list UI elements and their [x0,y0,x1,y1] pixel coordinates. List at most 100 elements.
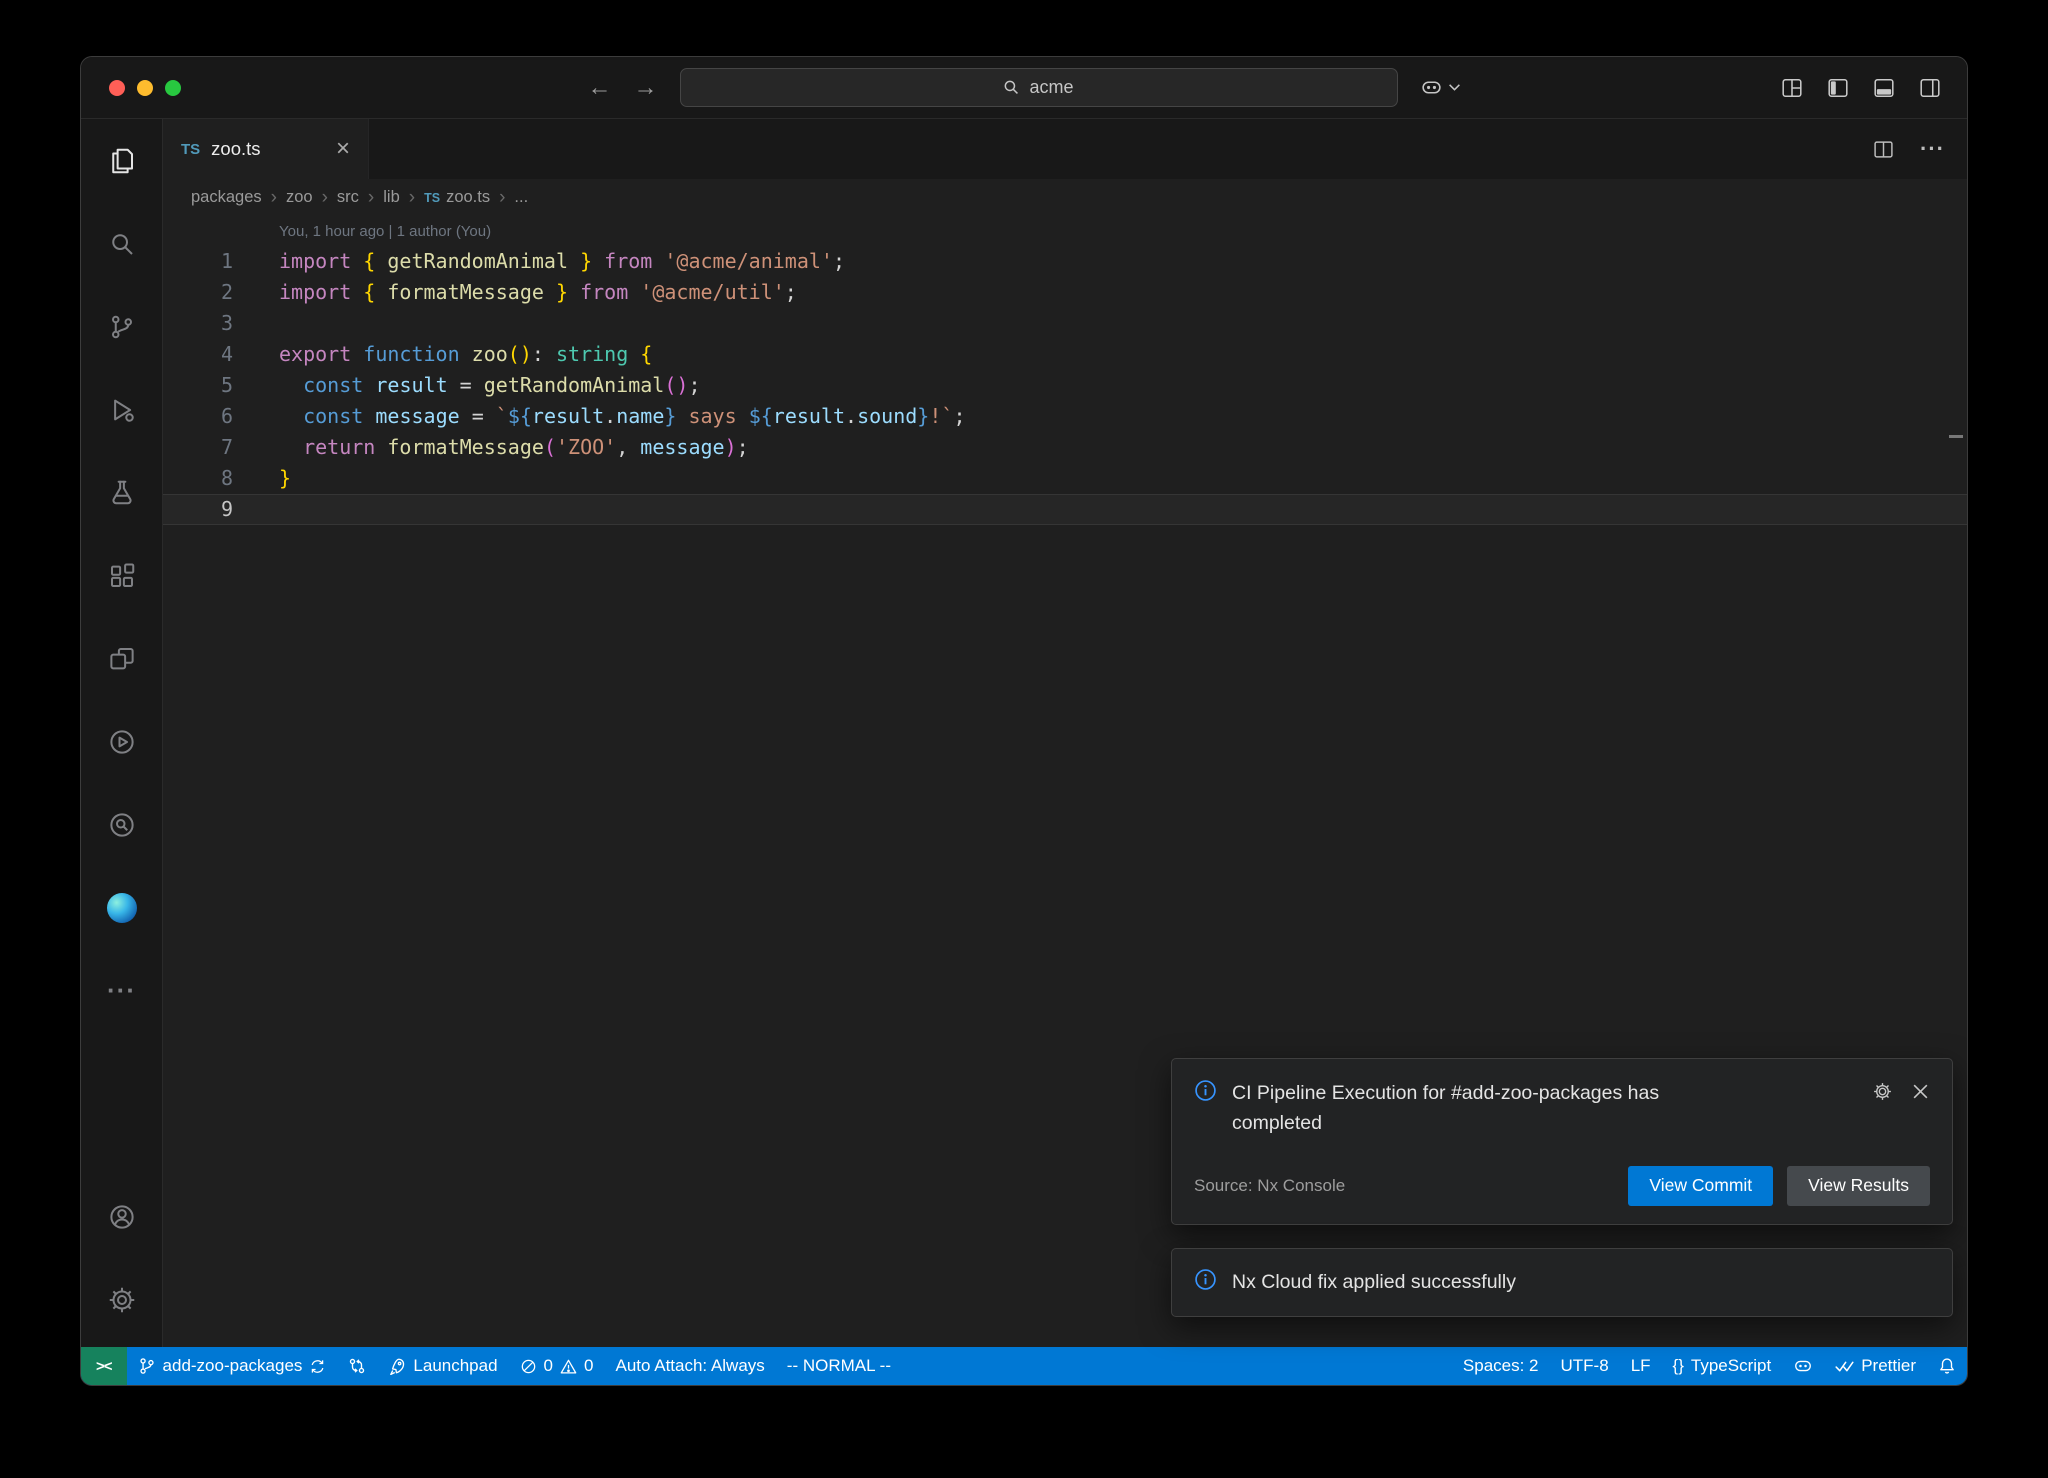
view-results-button[interactable]: View Results [1787,1166,1930,1206]
encoding-status[interactable]: UTF-8 [1550,1347,1620,1385]
notification-toast-ci-pipeline: CI Pipeline Execution for #add-zoo-packa… [1171,1058,1953,1225]
notification-message: CI Pipeline Execution for #add-zoo-packa… [1232,1079,1752,1138]
tab-close-icon[interactable]: × [336,137,350,161]
line-number: 8 [163,463,233,494]
toggle-panel-icon[interactable] [1873,77,1895,99]
double-check-icon [1835,1359,1854,1374]
copilot-icon [1793,1356,1813,1376]
remote-indicator[interactable]: >< [81,1347,127,1385]
code-line[interactable]: 8} [163,463,1967,494]
run-debug-icon[interactable] [81,368,162,451]
formatter-status[interactable]: Prettier [1824,1347,1927,1385]
accounts-icon[interactable] [81,1175,162,1258]
command-center-search[interactable]: acme [680,68,1398,107]
code-text: } [233,463,291,494]
code-line[interactable]: 3 [163,308,1967,339]
breadcrumb-separator: › [499,188,505,207]
testing-icon[interactable] [81,451,162,534]
copilot-status[interactable] [1782,1347,1824,1385]
breadcrumb-item-file[interactable]: TS zoo.ts [424,188,490,207]
more-views-icon[interactable]: ··· [81,949,162,1032]
toggle-secondary-sidebar-icon[interactable] [1919,77,1941,99]
language-mode-status[interactable]: {} TypeScript [1662,1347,1783,1385]
search-value: acme [1029,77,1073,98]
breadcrumb-item-zoo[interactable]: zoo [286,188,313,207]
notification-settings-gear-icon[interactable] [1872,1081,1893,1102]
breadcrumb-separator: › [322,188,328,207]
branch-name-label: add-zoo-packages [163,1356,303,1376]
problems-status[interactable]: 0 0 [509,1347,605,1385]
editor-actions-more-icon[interactable]: ··· [1920,136,1945,162]
git-branch-status[interactable]: add-zoo-packages [127,1347,338,1385]
line-number: 4 [163,339,233,370]
auto-attach-status[interactable]: Auto Attach: Always [604,1347,775,1385]
code-line[interactable]: 5 const result = getRandomAnimal(); [163,370,1967,401]
settings-gear-icon[interactable] [81,1258,162,1341]
code-text: const message = `${result.name} says ${r… [233,401,965,432]
vim-mode-label: -- NORMAL -- [787,1356,891,1376]
rocket-icon [388,1357,406,1375]
launchpad-label: Launchpad [413,1356,497,1376]
warnings-count: 0 [584,1356,593,1376]
line-number: 9 [163,494,233,525]
code-line[interactable]: 4export function zoo(): string { [163,339,1967,370]
eol-label: LF [1631,1356,1651,1376]
edge-browser-icon[interactable] [81,866,162,949]
view-commit-button[interactable]: View Commit [1628,1166,1773,1206]
copilot-icon [1420,76,1443,99]
breadcrumb-separator: › [271,188,277,207]
typescript-file-icon: TS [181,141,200,158]
notification-close-icon[interactable] [1911,1082,1930,1101]
breadcrumb-separator: › [368,188,374,207]
breadcrumb-item-tail[interactable]: ... [514,188,528,207]
split-editor-icon[interactable] [1873,139,1894,160]
eol-status[interactable]: LF [1620,1347,1662,1385]
inspect-circle-icon[interactable] [81,783,162,866]
title-bar: ← → acme [81,57,1967,119]
breadcrumb-item-lib[interactable]: lib [383,188,400,207]
copilot-menu-button[interactable] [1420,76,1461,99]
close-window-button[interactable] [109,80,125,96]
code-line[interactable]: 7 return formatMessage('ZOO', message); [163,432,1967,463]
code-line[interactable]: 6 const message = `${result.name} says $… [163,401,1967,432]
line-number: 7 [163,432,233,463]
code-line[interactable]: 1import { getRandomAnimal } from '@acme/… [163,246,1967,277]
code-text: export function zoo(): string { [233,339,652,370]
warnings-icon [560,1358,577,1375]
notification-center: CI Pipeline Execution for #add-zoo-packa… [1171,1058,1953,1317]
minimize-window-button[interactable] [137,80,153,96]
notifications-bell[interactable] [1927,1347,1967,1385]
layout-controls [1781,57,1941,118]
git-compare-status[interactable] [337,1347,377,1385]
overview-ruler-marker [1949,435,1963,438]
toggle-primary-sidebar-icon[interactable] [1827,77,1849,99]
code-text: import { formatMessage } from '@acme/uti… [233,277,797,308]
line-number: 5 [163,370,233,401]
navigate-forward-icon[interactable]: → [634,76,658,100]
sync-icon [309,1358,326,1375]
zoom-window-button[interactable] [165,80,181,96]
code-text: import { getRandomAnimal } from '@acme/a… [233,246,845,277]
remote-explorer-icon[interactable] [81,617,162,700]
code-line[interactable]: 9 [163,494,1967,525]
play-circle-icon[interactable] [81,700,162,783]
code-line[interactable]: 2import { formatMessage } from '@acme/ut… [163,277,1967,308]
extensions-icon[interactable] [81,534,162,617]
breadcrumb-separator: › [409,188,415,207]
launchpad-status[interactable]: Launchpad [377,1347,508,1385]
line-number: 1 [163,246,233,277]
navigate-back-icon[interactable]: ← [588,76,612,100]
tab-zoo-ts[interactable]: TS zoo.ts × [163,119,369,179]
explorer-icon[interactable] [81,119,162,202]
formatter-label: Prettier [1861,1356,1916,1376]
source-control-icon[interactable] [81,285,162,368]
indentation-status[interactable]: Spaces: 2 [1452,1347,1550,1385]
breadcrumb-item-src[interactable]: src [337,188,359,207]
search-sidebar-icon[interactable] [81,202,162,285]
errors-count: 0 [544,1356,553,1376]
status-bar: >< add-zoo-packages Launchpad [81,1347,1967,1385]
vim-mode-status[interactable]: -- NORMAL -- [776,1347,902,1385]
breadcrumb-item-packages[interactable]: packages [191,188,262,207]
search-icon [1003,79,1020,96]
customize-layout-icon[interactable] [1781,77,1803,99]
